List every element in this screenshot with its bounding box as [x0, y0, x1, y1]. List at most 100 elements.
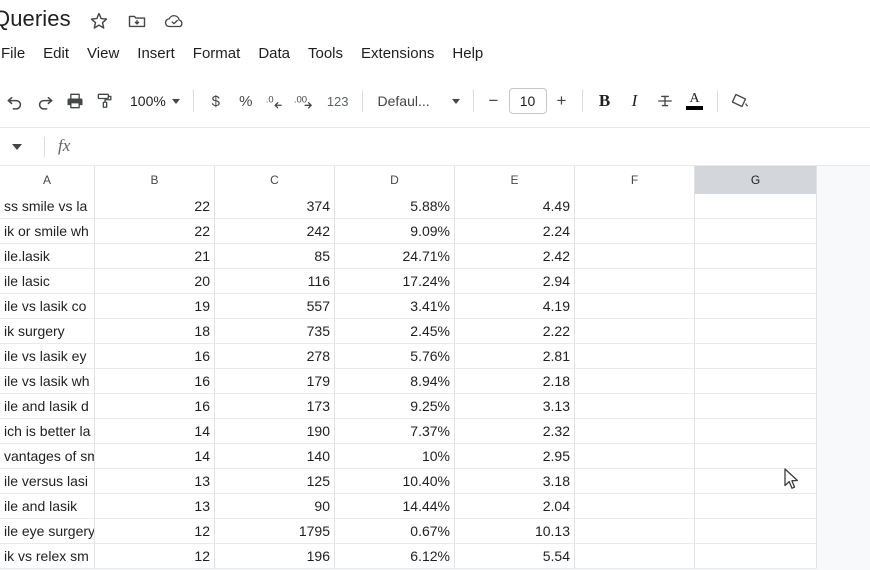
cell-C14[interactable]: 1795: [215, 519, 335, 543]
menu-tools[interactable]: Tools: [299, 41, 352, 67]
cell-D10[interactable]: 7.37%: [335, 419, 455, 443]
cell-E15[interactable]: 5.54: [455, 544, 575, 568]
cell-D1[interactable]: 5.88%: [335, 194, 455, 218]
cell-D7[interactable]: 5.76%: [335, 344, 455, 368]
cell-F8[interactable]: [575, 369, 695, 393]
column-header-d[interactable]: D: [335, 166, 455, 194]
text-color-button[interactable]: A: [680, 86, 710, 116]
cell-A11[interactable]: vantages of sm: [0, 444, 95, 468]
cell-E5[interactable]: 4.19: [455, 294, 575, 318]
cell-A9[interactable]: ile and lasik d: [0, 394, 95, 418]
cell-E13[interactable]: 2.04: [455, 494, 575, 518]
name-box[interactable]: [0, 134, 30, 160]
cell-C2[interactable]: 242: [215, 219, 335, 243]
column-header-a[interactable]: A: [0, 166, 95, 194]
cell-F15[interactable]: [575, 544, 695, 568]
document-title[interactable]: Queries: [0, 5, 71, 33]
cell-G4[interactable]: [695, 269, 817, 293]
cell-A5[interactable]: ile vs lasik co: [0, 294, 95, 318]
cell-F12[interactable]: [575, 469, 695, 493]
print-icon[interactable]: [60, 86, 90, 116]
cell-D14[interactable]: 0.67%: [335, 519, 455, 543]
cell-C5[interactable]: 557: [215, 294, 335, 318]
increase-decimal-icon[interactable]: .00: [291, 86, 321, 116]
cell-C6[interactable]: 735: [215, 319, 335, 343]
cell-E3[interactable]: 2.42: [455, 244, 575, 268]
cell-B14[interactable]: 12: [95, 519, 215, 543]
cell-A14[interactable]: ile eye surgery: [0, 519, 95, 543]
font-size-input[interactable]: 10: [508, 88, 547, 114]
cell-B3[interactable]: 21: [95, 244, 215, 268]
cell-G3[interactable]: [695, 244, 817, 268]
cell-A4[interactable]: ile lasic: [0, 269, 95, 293]
cell-E14[interactable]: 10.13: [455, 519, 575, 543]
star-icon[interactable]: [88, 10, 110, 32]
cell-G8[interactable]: [695, 369, 817, 393]
cell-A12[interactable]: ile versus lasi: [0, 469, 95, 493]
cell-E8[interactable]: 2.18: [455, 369, 575, 393]
menu-insert[interactable]: Insert: [128, 41, 184, 67]
cell-F7[interactable]: [575, 344, 695, 368]
zoom-control[interactable]: 100%: [120, 86, 186, 116]
cell-B9[interactable]: 16: [95, 394, 215, 418]
cell-F6[interactable]: [575, 319, 695, 343]
cell-C9[interactable]: 173: [215, 394, 335, 418]
formula-input[interactable]: [86, 128, 870, 166]
strikethrough-icon[interactable]: [650, 86, 680, 116]
cell-D15[interactable]: 6.12%: [335, 544, 455, 568]
cell-F3[interactable]: [575, 244, 695, 268]
cell-A13[interactable]: ile and lasik: [0, 494, 95, 518]
cell-C1[interactable]: 374: [215, 194, 335, 218]
italic-button[interactable]: I: [620, 86, 650, 116]
cell-C11[interactable]: 140: [215, 444, 335, 468]
menu-extensions[interactable]: Extensions: [352, 41, 443, 67]
cell-F11[interactable]: [575, 444, 695, 468]
cell-E10[interactable]: 2.32: [455, 419, 575, 443]
bold-button[interactable]: B: [590, 86, 620, 116]
menu-data[interactable]: Data: [249, 41, 299, 67]
cell-G6[interactable]: [695, 319, 817, 343]
cell-B5[interactable]: 19: [95, 294, 215, 318]
column-header-c[interactable]: C: [215, 166, 335, 194]
cell-C8[interactable]: 179: [215, 369, 335, 393]
cell-G1[interactable]: [695, 194, 817, 218]
cloud-saved-icon[interactable]: [164, 10, 186, 32]
column-header-f[interactable]: F: [575, 166, 695, 194]
cell-G15[interactable]: [695, 544, 817, 568]
cell-B7[interactable]: 16: [95, 344, 215, 368]
cell-A8[interactable]: ile vs lasik wh: [0, 369, 95, 393]
column-header-g[interactable]: G: [695, 166, 817, 194]
cell-E2[interactable]: 2.24: [455, 219, 575, 243]
cell-B2[interactable]: 22: [95, 219, 215, 243]
cell-C7[interactable]: 278: [215, 344, 335, 368]
cell-C4[interactable]: 116: [215, 269, 335, 293]
fill-color-icon[interactable]: [725, 86, 755, 116]
cell-G14[interactable]: [695, 519, 817, 543]
cell-F10[interactable]: [575, 419, 695, 443]
cell-C13[interactable]: 90: [215, 494, 335, 518]
cell-F5[interactable]: [575, 294, 695, 318]
cell-F9[interactable]: [575, 394, 695, 418]
cell-A15[interactable]: ik vs relex sm: [0, 544, 95, 568]
cell-A10[interactable]: ich is better la: [0, 419, 95, 443]
cell-F2[interactable]: [575, 219, 695, 243]
cell-C3[interactable]: 85: [215, 244, 335, 268]
cell-A1[interactable]: ss smile vs la: [0, 194, 95, 218]
cell-E7[interactable]: 2.81: [455, 344, 575, 368]
cell-G10[interactable]: [695, 419, 817, 443]
move-to-folder-icon[interactable]: [126, 10, 148, 32]
currency-format-button[interactable]: $: [201, 86, 231, 116]
cell-A6[interactable]: ik surgery: [0, 319, 95, 343]
cell-B6[interactable]: 18: [95, 319, 215, 343]
menu-format[interactable]: Format: [184, 41, 250, 67]
cell-E12[interactable]: 3.18: [455, 469, 575, 493]
cell-B11[interactable]: 14: [95, 444, 215, 468]
menu-file[interactable]: File: [0, 41, 34, 67]
cell-D13[interactable]: 14.44%: [335, 494, 455, 518]
cell-D4[interactable]: 17.24%: [335, 269, 455, 293]
decrease-decimal-icon[interactable]: .0: [261, 86, 291, 116]
cell-D3[interactable]: 24.71%: [335, 244, 455, 268]
cell-E4[interactable]: 2.94: [455, 269, 575, 293]
cell-D11[interactable]: 10%: [335, 444, 455, 468]
cell-D5[interactable]: 3.41%: [335, 294, 455, 318]
